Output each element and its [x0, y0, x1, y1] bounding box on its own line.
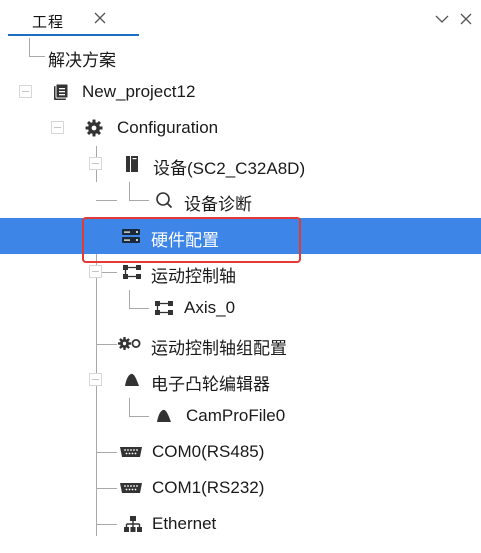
chevron-down-icon[interactable] — [433, 10, 451, 28]
collapse-toggle[interactable] — [51, 121, 64, 134]
project-file-icon — [52, 83, 70, 101]
tree-item-hardware-config[interactable]: 硬件配置 — [0, 218, 481, 254]
tree-item-label: 解决方案 — [48, 51, 116, 70]
tree-item-device[interactable]: 设备(SC2_C32A8D) — [0, 146, 481, 182]
device-icon — [123, 155, 141, 173]
tree-item-label: 设备(SC2_C32A8D) — [153, 159, 306, 178]
project-tree: 解决方案 New_project12 Configuration 设备(SC2_… — [0, 38, 481, 553]
tree-item-label: 运动控制轴组配置 — [151, 339, 287, 358]
tree-item-label: CamProFile0 — [186, 406, 286, 425]
tree-item-com0[interactable]: COM0(RS485) — [0, 434, 481, 470]
magnifier-icon — [155, 191, 173, 209]
tree-item-label: Configuration — [117, 118, 219, 137]
tree-item-ethernet[interactable]: Ethernet — [0, 506, 481, 542]
tree-item-axis-group-config[interactable]: 运动控制轴组配置 — [0, 326, 481, 362]
tree-item-axis-0[interactable]: Axis_0 — [0, 290, 481, 326]
tree-item-label: 设备诊断 — [184, 195, 252, 214]
tree-item-label: Ethernet — [152, 514, 217, 533]
collapse-toggle[interactable] — [89, 265, 102, 278]
tree-item-label: 硬件配置 — [151, 231, 219, 250]
gear-pair-icon — [118, 335, 141, 353]
motion-axis-icon — [154, 299, 173, 317]
tree-item-motion-axes[interactable]: 运动控制轴 — [0, 254, 481, 290]
close-icon[interactable] — [457, 10, 475, 28]
motion-axis-icon — [122, 263, 141, 281]
serial-port-icon — [119, 443, 142, 461]
tree-item-project[interactable]: New_project12 — [0, 74, 481, 110]
tree-item-label: New_project12 — [82, 82, 196, 101]
gear-icon — [85, 119, 103, 137]
tree-item-device-diagnostics[interactable]: 设备诊断 — [0, 182, 481, 218]
project-panel: 工程 解决方案 New_project12 Configuration 设备(S… — [0, 0, 481, 553]
cam-icon — [155, 407, 173, 425]
collapse-toggle[interactable] — [19, 85, 32, 98]
tree-item-label: COM1(RS232) — [152, 478, 265, 497]
tab-label: 工程 — [32, 14, 65, 31]
tree-item-configuration[interactable]: Configuration — [0, 110, 481, 146]
serial-port-icon — [119, 479, 142, 497]
tree-item-label: COM0(RS485) — [152, 442, 265, 461]
hardware-config-icon — [121, 227, 140, 245]
tree-item-cam-profile-0[interactable]: CamProFile0 — [0, 398, 481, 434]
tree-item-cam-editor[interactable]: 电子凸轮编辑器 — [0, 362, 481, 398]
network-icon — [123, 515, 142, 533]
tree-item-solution[interactable]: 解决方案 — [0, 38, 481, 74]
tree-item-label: 电子凸轮编辑器 — [151, 375, 270, 394]
tab-project[interactable]: 工程 — [8, 4, 139, 36]
cam-icon — [123, 371, 141, 389]
collapse-toggle[interactable] — [89, 373, 102, 386]
tree-item-label: 运动控制轴 — [151, 267, 236, 286]
collapse-toggle[interactable] — [89, 157, 102, 170]
panel-tab-bar: 工程 — [0, 0, 481, 38]
tree-item-com1[interactable]: COM1(RS232) — [0, 470, 481, 506]
close-icon[interactable] — [90, 8, 110, 28]
tree-item-label: Axis_0 — [184, 298, 236, 317]
